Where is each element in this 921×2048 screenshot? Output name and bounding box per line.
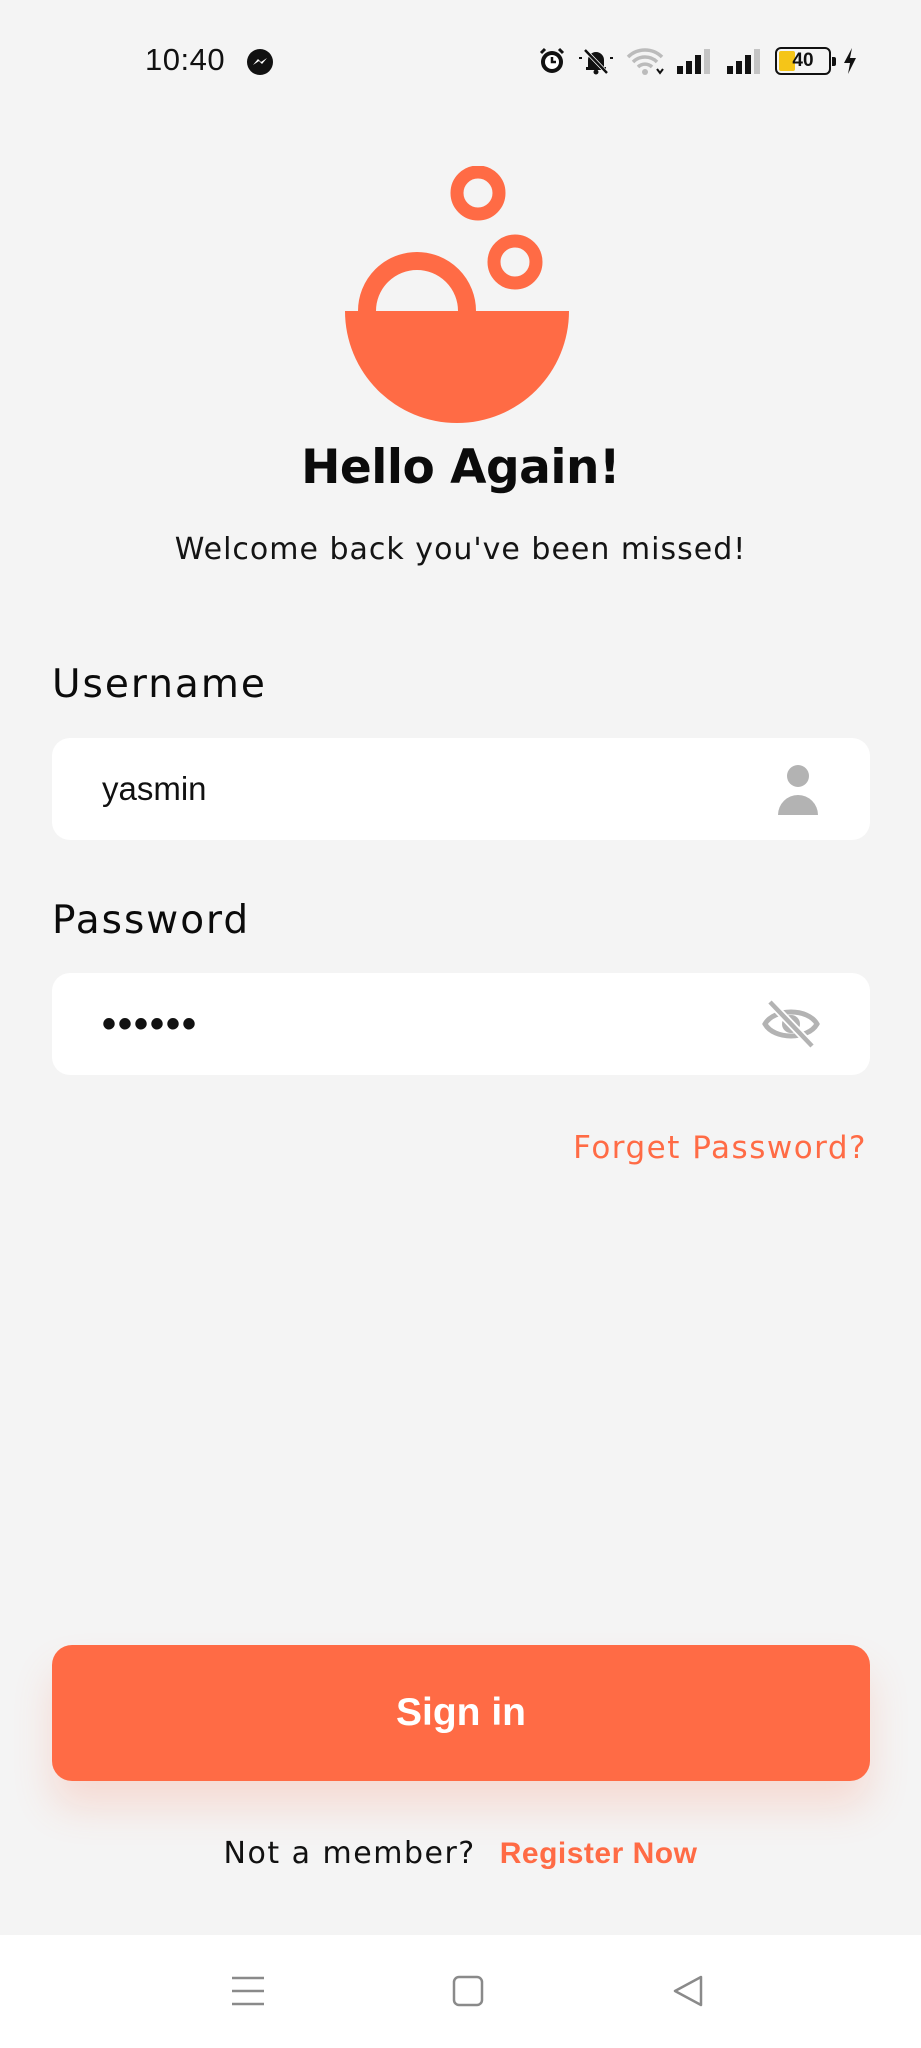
home-icon <box>452 1975 484 2007</box>
page-title: Hello Again! <box>301 440 620 495</box>
signal-icon <box>677 49 710 74</box>
register-now-link[interactable]: Register Now <box>500 1837 698 1870</box>
forgot-password-link[interactable]: Forget Password? <box>573 1130 867 1166</box>
not-member-text: Not a member? <box>223 1836 476 1871</box>
menu-button[interactable] <box>220 1963 276 2019</box>
status-icons: 40 <box>537 44 859 78</box>
page-subtitle: Welcome back you've been missed! <box>174 532 747 567</box>
eye-off-icon[interactable] <box>762 998 820 1050</box>
charging-icon <box>844 48 856 74</box>
home-button[interactable] <box>440 1963 496 2019</box>
person-icon <box>778 765 818 815</box>
messenger-icon <box>247 49 273 75</box>
register-row: Not a member? Register Now <box>0 1836 921 1871</box>
password-field-container <box>52 973 870 1075</box>
sign-in-button[interactable]: Sign in <box>52 1645 870 1781</box>
username-input[interactable] <box>102 770 742 808</box>
status-time: 10:40 <box>145 42 226 77</box>
battery-level: 40 <box>792 50 814 71</box>
alarm-icon <box>539 47 565 73</box>
username-label: Username <box>52 662 267 707</box>
menu-icon <box>232 1976 264 2006</box>
password-input[interactable] <box>102 1001 742 1047</box>
status-bar: 10:40 40 <box>0 0 921 124</box>
username-field-container <box>52 738 870 840</box>
battery-icon: 40 <box>775 47 836 75</box>
bell-off-icon <box>579 48 613 75</box>
back-button[interactable] <box>660 1963 716 2019</box>
back-icon <box>673 1975 703 2007</box>
app-logo <box>345 166 569 423</box>
wifi-icon <box>626 48 664 75</box>
navigation-bar <box>0 1935 921 2048</box>
signal-icon <box>727 49 760 74</box>
password-label: Password <box>52 898 251 943</box>
